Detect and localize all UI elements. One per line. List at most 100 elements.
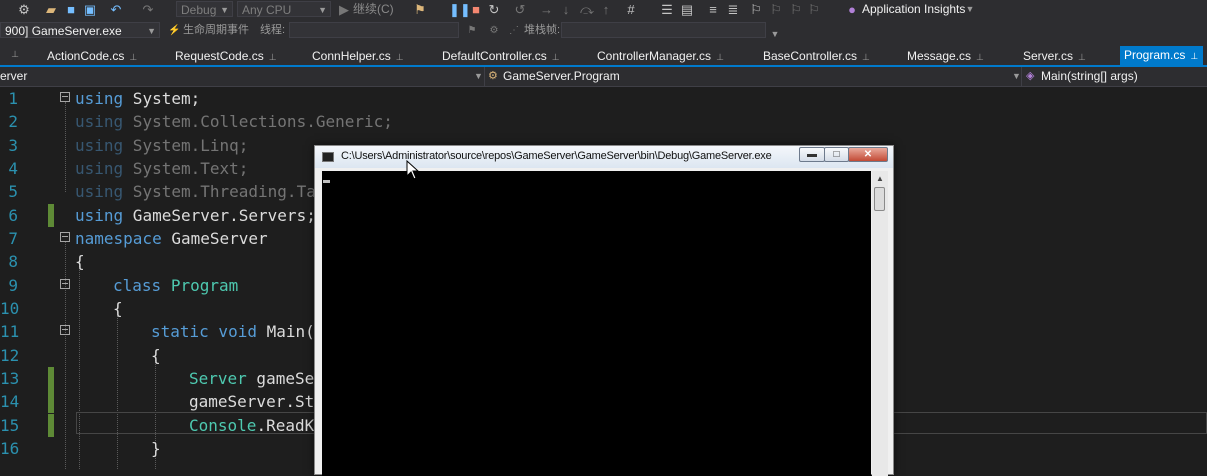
hot-reload-icon[interactable]: ↺: [513, 2, 527, 17]
process-select[interactable]: 900] GameServer.exe ▼: [0, 22, 160, 38]
member-dropdown[interactable]: Main(string[] args): [1041, 68, 1138, 85]
chevron-down-icon[interactable]: ▼: [1012, 68, 1021, 85]
project-dropdown[interactable]: erver: [0, 68, 27, 85]
undo-icon[interactable]: ↶: [108, 2, 124, 17]
tab-connhelper[interactable]: ConnHelper.cs ⊥: [312, 47, 404, 65]
solution-explorer-icon[interactable]: ⚙: [16, 2, 32, 17]
pin-icon[interactable]: ⊥: [862, 52, 870, 62]
tab-actioncode[interactable]: ActionCode.cs ⊥: [47, 47, 137, 65]
tab-requestcode[interactable]: RequestCode.cs ⊥: [175, 47, 277, 65]
continue-icon[interactable]: ▶: [338, 2, 350, 17]
collapse-icon[interactable]: [60, 92, 70, 102]
restart-icon[interactable]: ↻: [487, 2, 501, 17]
keyword: static void: [151, 322, 257, 341]
line-number: 11: [0, 322, 20, 341]
code-text: }: [151, 439, 161, 458]
threads-icon[interactable]: ☰: [660, 2, 674, 17]
pin-icon[interactable]: ⊥: [716, 52, 724, 62]
console-app-icon[interactable]: [322, 152, 334, 162]
comment-icon[interactable]: ≡: [706, 2, 720, 17]
change-marker: [48, 204, 54, 227]
stop-icon[interactable]: ■: [470, 2, 482, 17]
line-number: 9: [8, 276, 18, 295]
tab-server[interactable]: Server.cs ⊥: [1023, 47, 1086, 65]
pin-icon[interactable]: ⊥: [396, 52, 404, 62]
tab-message[interactable]: Message.cs ⊥: [907, 47, 984, 65]
type-name: Console: [189, 416, 257, 435]
mouse-pointer-icon: [406, 160, 420, 180]
clear-bookmarks-icon[interactable]: ⚐: [808, 2, 820, 17]
stackframe-label: 堆栈帧:: [524, 24, 561, 36]
tab-defaultcontroller[interactable]: DefaultController.cs ⊥: [442, 47, 560, 65]
pin-icon[interactable]: ⊥: [10, 47, 20, 62]
collapse-icon[interactable]: [60, 279, 70, 289]
chevron-down-icon[interactable]: ▼: [965, 2, 975, 17]
attach-icon[interactable]: ⚑: [412, 2, 428, 17]
tab-label: Program.cs: [1124, 48, 1186, 62]
platform-select[interactable]: Any CPU ▼: [237, 1, 331, 17]
next-bookmark-icon[interactable]: ⚐: [790, 2, 802, 17]
pin-icon[interactable]: ⊥: [552, 52, 560, 62]
flag-icon[interactable]: ⚑: [466, 23, 478, 38]
code-text: System.Threading.Ta: [123, 182, 316, 201]
line-number: 12: [0, 346, 20, 365]
change-marker: [48, 414, 54, 437]
save-all-icon[interactable]: ▣: [83, 2, 97, 17]
close-button[interactable]: ✕: [848, 147, 888, 162]
console-output[interactable]: [322, 171, 871, 476]
prev-bookmark-icon[interactable]: ⚐: [770, 2, 782, 17]
continue-button[interactable]: 继续(C): [353, 0, 394, 19]
line-number: 3: [8, 136, 18, 155]
bookmark-icon[interactable]: ⚐: [750, 2, 762, 17]
tab-basecontroller[interactable]: BaseController.cs ⊥: [763, 47, 870, 65]
chevron-down-icon[interactable]: ▼: [474, 68, 483, 85]
pin-icon[interactable]: ⊥: [129, 52, 137, 62]
collapse-icon[interactable]: [60, 325, 70, 335]
scroll-up-icon[interactable]: ▲: [873, 172, 887, 185]
pin-icon[interactable]: ⊥: [976, 52, 984, 62]
text-cursor: [323, 180, 330, 183]
code-line: 1 using System;: [0, 87, 1207, 110]
step-over-icon[interactable]: ⤼: [580, 2, 594, 17]
pin-icon[interactable]: ⊥: [1078, 52, 1086, 62]
open-folder-icon[interactable]: ▰: [44, 2, 58, 17]
code-text: System.Linq;: [123, 136, 249, 155]
stack-icon[interactable]: ▤: [680, 2, 694, 17]
app-insights-button[interactable]: Application Insights: [862, 0, 965, 19]
minimize-button[interactable]: ▬: [799, 147, 825, 162]
tab-label: Server.cs: [1023, 49, 1074, 63]
maximize-button[interactable]: □: [824, 147, 849, 162]
console-scrollbar[interactable]: ▲: [872, 171, 888, 476]
line-number: 5: [8, 182, 18, 201]
class-icon: ⚙: [488, 70, 498, 82]
tab-program[interactable]: Program.cs ⊥: [1120, 46, 1203, 65]
config-select[interactable]: Debug ▼: [176, 1, 233, 17]
tab-controllermanager[interactable]: ControllerManager.cs ⊥: [597, 47, 724, 65]
class-dropdown[interactable]: GameServer.Program: [503, 68, 620, 85]
keyword: using: [75, 136, 124, 155]
filter-icon[interactable]: ⚙: [488, 23, 500, 38]
lifecycle-events-label[interactable]: 生命周期事件: [183, 21, 249, 40]
pin-icon[interactable]: ⊥: [1190, 51, 1198, 61]
stackframe-select[interactable]: [561, 22, 766, 38]
console-window[interactable]: C:\Users\Administrator\source\repos\Game…: [314, 145, 894, 476]
expand-icon[interactable]: ⋰: [508, 23, 520, 38]
scroll-thumb[interactable]: [874, 187, 885, 211]
lifecycle-icon: ⚡: [168, 25, 181, 36]
hex-display-icon[interactable]: #: [624, 2, 638, 17]
redo-icon[interactable]: ↷: [140, 2, 156, 17]
thread-select[interactable]: [289, 22, 459, 38]
save-icon[interactable]: ■: [64, 2, 78, 17]
navigation-bar: erver ▼ ⚙ GameServer.Program ▼ ◈ Main(st…: [0, 67, 1207, 87]
step-into-icon[interactable]: ↓: [560, 2, 572, 17]
pause-icon[interactable]: ❚❚: [449, 2, 471, 17]
debug-location-toolbar: 900] GameServer.exe ▼ ⚡ 生命周期事件 线程: ⚑ ⚙ ⋰ …: [0, 19, 1207, 43]
collapse-icon[interactable]: [60, 232, 70, 242]
pin-icon[interactable]: ⊥: [269, 52, 277, 62]
uncomment-icon[interactable]: ≣: [726, 2, 740, 17]
keyword: using: [75, 159, 124, 178]
show-next-statement-icon[interactable]: →: [540, 2, 553, 17]
chevron-down-icon[interactable]: ▼: [770, 27, 780, 42]
console-titlebar[interactable]: C:\Users\Administrator\source\repos\Game…: [315, 146, 893, 168]
step-out-icon[interactable]: ↑: [600, 2, 612, 17]
